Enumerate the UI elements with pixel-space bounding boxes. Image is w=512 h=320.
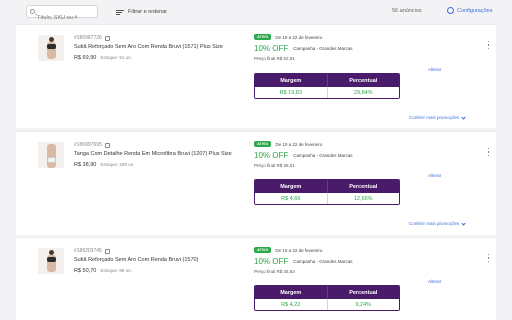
promotion-info: ATIVO De 10 a 22 de fevereiro 10% OFF Ca… xyxy=(254,34,414,62)
settings-label: Configurações xyxy=(457,7,493,14)
stock-label: Estoque: 89 un. xyxy=(100,268,132,273)
margin-header: Margem xyxy=(280,183,302,190)
final-price: Preço final R$ 35,01 xyxy=(254,163,295,168)
status-badge: ATIVO xyxy=(254,34,272,40)
product-card: #186203745 Sutiã Reforçado Sem Aro Com R… xyxy=(16,237,496,320)
alter-button[interactable]: Alterar xyxy=(428,279,441,284)
more-options-icon[interactable] xyxy=(487,148,490,156)
margin-value: R$ 19,83 xyxy=(279,90,302,96)
status-badge: ATIVO xyxy=(254,141,272,147)
product-sku: #186987726 xyxy=(74,35,110,41)
filter-icon xyxy=(116,9,124,16)
discount-label: 10% OFF xyxy=(254,257,289,266)
percent-header: Percentual xyxy=(326,74,400,87)
gear-icon xyxy=(447,7,454,14)
margin-header: Margem xyxy=(280,289,302,296)
margin-table: Margem Percentual R$ 4,22 9,24% xyxy=(254,285,400,311)
copy-icon[interactable] xyxy=(104,35,110,41)
stock-label: Estoque: 91 un. xyxy=(100,55,132,60)
search-box[interactable] xyxy=(26,5,98,24)
product-sku: #186997695 xyxy=(74,142,110,148)
filter-label: Filtrar e ordenar xyxy=(128,9,168,15)
promotion-period: De 10 a 22 de fevereiro xyxy=(275,141,323,147)
promotion-info: ATIVO De 10 a 22 de fevereiro 10% OFF Ca… xyxy=(254,141,414,169)
margin-header: Margem xyxy=(280,77,302,84)
alter-button[interactable]: Alterar xyxy=(428,173,441,178)
product-title[interactable]: Tanga Com Detalhe Renda Em Microfibra Br… xyxy=(74,151,232,157)
promotion-period: De 10 a 22 de fevereiro xyxy=(275,247,323,253)
percent-value: 29,84% xyxy=(326,87,400,98)
status-badge: ATIVO xyxy=(254,247,272,253)
percent-value: 12,66% xyxy=(326,193,400,204)
margin-table: Margem Percentual R$ 4,66 12,66% xyxy=(254,179,400,205)
product-card: #186997695 Tanga Com Detalhe Renda Em Mi… xyxy=(16,131,496,235)
product-sku: #186203745 xyxy=(74,248,110,254)
product-image[interactable] xyxy=(38,142,64,168)
discount-label: 10% OFF xyxy=(254,151,289,160)
stock-label: Estoque: 299 un. xyxy=(100,162,135,167)
copy-icon[interactable] xyxy=(104,248,110,254)
percent-value: 9,24% xyxy=(326,299,400,310)
alter-button[interactable]: Alterar xyxy=(428,67,441,72)
promotion-info: ATIVO De 10 a 22 de fevereiro 10% OFF Ca… xyxy=(254,247,414,275)
percent-header: Percentual xyxy=(326,180,400,193)
product-price: R$ 69,90 Estoque: 91 un. xyxy=(74,55,132,61)
product-image[interactable] xyxy=(38,35,64,61)
promotion-period: De 10 a 22 de fevereiro xyxy=(275,34,323,40)
listing-count: 56 anúncios xyxy=(392,8,422,14)
settings-button[interactable]: Configurações xyxy=(447,7,492,14)
campaign-label: Campanha - Grandes Marcas xyxy=(293,153,353,158)
product-card: #186987726 Sutiã Reforçado Sem Aro Com R… xyxy=(16,24,496,128)
discount-label: 10% OFF xyxy=(254,44,289,53)
product-price: R$ 50,70 Estoque: 89 un. xyxy=(74,268,132,274)
percent-header: Percentual xyxy=(326,286,400,299)
more-options-icon[interactable] xyxy=(487,254,490,262)
copy-icon[interactable] xyxy=(104,142,110,148)
more-promotions-link[interactable]: Conferir mais promoções xyxy=(409,114,466,120)
chevron-down-icon xyxy=(461,220,466,226)
product-image[interactable] xyxy=(38,248,64,274)
product-title[interactable]: Sutiã Reforçado Sem Aro Com Renda Bruvi … xyxy=(74,44,223,50)
more-options-icon[interactable] xyxy=(487,41,490,49)
campaign-label: Campanha - Grandes Marcas xyxy=(293,46,353,51)
search-icon xyxy=(30,9,35,14)
margin-value: R$ 4,22 xyxy=(281,302,301,308)
product-price: R$ 38,90 Estoque: 299 un. xyxy=(74,162,135,168)
campaign-label: Campanha - Grandes Marcas xyxy=(293,259,353,264)
margin-table: Margem Percentual R$ 19,83 29,84% xyxy=(254,73,400,99)
chevron-down-icon xyxy=(461,114,466,120)
top-toolbar: Filtrar e ordenar 56 anúncios Configuraç… xyxy=(0,0,512,24)
filter-button[interactable]: Filtrar e ordenar xyxy=(116,7,167,17)
product-title[interactable]: Sutiã Reforçado Sem Aro Com Renda Bruvi … xyxy=(74,257,198,263)
margin-value: R$ 4,66 xyxy=(281,196,301,202)
final-price: Preço final R$ 45,63 xyxy=(254,269,295,274)
final-price: Preço final R$ 62,91 xyxy=(254,56,295,61)
more-promotions-link[interactable]: Conferir mais promoções xyxy=(409,220,466,226)
